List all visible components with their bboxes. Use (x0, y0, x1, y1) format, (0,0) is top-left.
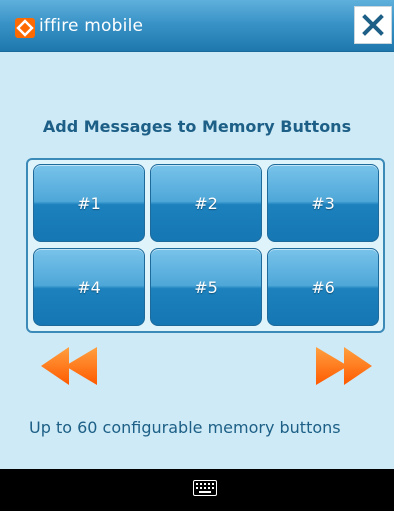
memory-button-2[interactable]: #2 (150, 164, 262, 242)
page-heading: Add Messages to Memory Buttons (42, 117, 352, 136)
memory-button-3[interactable]: #3 (267, 164, 379, 242)
memory-button-1[interactable]: #1 (33, 164, 145, 242)
system-bottom-bar (0, 469, 394, 511)
memory-buttons-note: Up to 60 configurable memory buttons (29, 418, 341, 437)
app-logo-icon (15, 18, 35, 38)
title-bar: iffire mobile (0, 0, 394, 52)
memory-button-5[interactable]: #5 (150, 248, 262, 326)
memory-button-6[interactable]: #6 (267, 248, 379, 326)
close-button[interactable] (354, 6, 392, 44)
rewind-double-arrow-icon[interactable] (41, 345, 97, 387)
memory-button-4[interactable]: #4 (33, 248, 145, 326)
fast-forward-double-arrow-icon[interactable] (316, 345, 372, 387)
app-title: iffire mobile (39, 16, 144, 36)
close-x-icon (362, 14, 384, 36)
keyboard-icon[interactable] (193, 480, 217, 496)
